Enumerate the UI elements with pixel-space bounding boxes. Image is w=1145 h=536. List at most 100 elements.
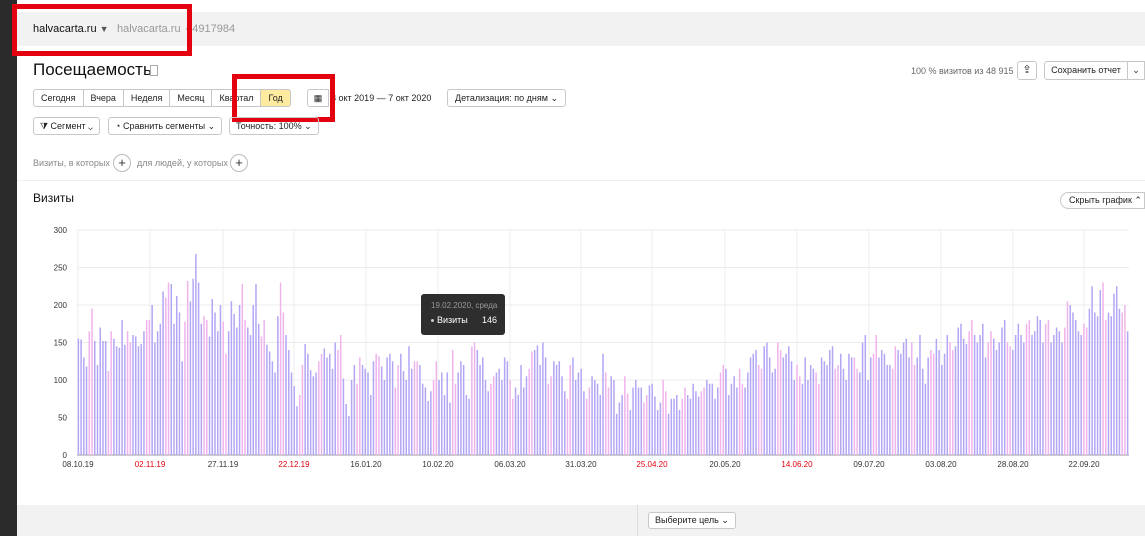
chart-bar	[1102, 282, 1104, 455]
chart-bar	[1028, 320, 1031, 455]
chart-bar	[85, 366, 88, 455]
chart-bar	[771, 372, 774, 455]
chart-bar	[1088, 308, 1091, 455]
chart-bar	[798, 376, 801, 455]
chart-bar	[241, 284, 244, 455]
chart-bar	[566, 398, 569, 455]
chart-bar	[749, 357, 752, 455]
chart-bar	[528, 368, 530, 455]
chart-bar	[741, 383, 744, 455]
chart-bar	[932, 353, 935, 455]
chart-bar	[378, 356, 380, 455]
chart-bar	[1110, 316, 1112, 455]
chart-bar	[405, 380, 408, 455]
goal-label: Выберите цель	[655, 515, 719, 525]
chart-bar	[222, 321, 224, 455]
chart-bar	[1077, 331, 1080, 455]
chart-bar	[468, 398, 470, 455]
x-tick-label: 10.02.20	[422, 460, 454, 469]
chart-bar	[995, 350, 998, 455]
x-tick-label: 28.08.20	[997, 460, 1029, 469]
chart-bar	[673, 398, 675, 455]
chart-bar	[913, 365, 916, 455]
chart-bar	[134, 336, 137, 455]
chart-bar	[104, 341, 107, 455]
chart-bar	[1061, 342, 1063, 455]
chart-bar	[233, 314, 235, 455]
chart-bar	[296, 406, 298, 455]
chart-bar	[533, 350, 536, 455]
chart-bar	[908, 357, 910, 455]
chart-bar	[102, 341, 104, 455]
chart-bar	[807, 380, 809, 455]
y-tick-label: 300	[54, 226, 68, 235]
chart-bar	[558, 361, 561, 455]
chart-bar	[1058, 331, 1061, 455]
chart-bar	[1012, 350, 1014, 455]
chart-bar	[410, 368, 413, 455]
chart-bar	[637, 387, 640, 455]
chart-bar	[170, 284, 173, 455]
chart-bar	[588, 387, 591, 455]
chart-bar	[971, 320, 973, 455]
chart-bar	[83, 357, 85, 455]
chart-bar	[544, 357, 547, 455]
goal-dropdown[interactable]: Выберите цель ⌄	[648, 512, 736, 529]
chart-bar	[372, 361, 375, 455]
chart-bar	[943, 353, 946, 455]
chart-bar	[389, 353, 391, 455]
y-tick-label: 0	[63, 451, 68, 460]
chart-bar	[916, 357, 918, 455]
chart-bar	[413, 361, 416, 455]
chart-bar	[337, 350, 339, 455]
chart-bar	[268, 351, 271, 455]
chart-bar	[984, 357, 987, 455]
chart-bar	[602, 353, 604, 455]
chart-bar	[476, 350, 479, 455]
chart-bar	[626, 393, 629, 455]
chart-bar	[356, 383, 358, 455]
chart-bar	[380, 366, 383, 455]
chart-bar	[266, 344, 268, 455]
chart-bar	[200, 323, 203, 455]
chart-bar	[421, 383, 424, 455]
chart-bar	[774, 368, 776, 455]
chart-bar	[930, 350, 932, 455]
chart-bar	[345, 404, 347, 455]
chart-bar	[471, 346, 473, 455]
y-tick-label: 250	[54, 264, 68, 273]
chart-bar	[424, 387, 427, 455]
chart-bar	[140, 344, 142, 455]
chart-bar	[952, 350, 954, 455]
chart-bar	[230, 301, 233, 455]
chart-bar	[165, 297, 167, 455]
chart-bar	[460, 361, 462, 455]
chart-bar	[886, 365, 888, 455]
chart-bar	[1006, 342, 1009, 455]
chart-bar	[648, 385, 651, 455]
chart-bar	[506, 361, 509, 455]
chart-bar	[364, 368, 367, 455]
chart-bar	[342, 378, 345, 455]
chart-bar	[785, 353, 787, 455]
chart-bar	[397, 365, 399, 455]
chart-bar	[247, 327, 249, 455]
chart-bar	[154, 342, 156, 455]
chart-bar	[290, 372, 293, 455]
chart-bar	[924, 383, 927, 455]
chart-bar	[853, 357, 856, 455]
chart-bar	[563, 391, 566, 455]
chart-bar	[730, 383, 733, 455]
y-tick-label: 50	[58, 414, 67, 423]
chart-bar	[446, 372, 449, 455]
x-tick-label: 25.04.20	[636, 460, 668, 469]
chevron-down-icon: ⌄	[721, 515, 729, 525]
chart-bar	[738, 368, 741, 455]
y-tick-label: 200	[54, 301, 68, 310]
bottom-bar	[17, 505, 1145, 536]
chart-bar	[804, 357, 806, 455]
chart-bar	[692, 383, 694, 455]
chart-bar	[665, 391, 667, 455]
chart-bar	[577, 372, 580, 455]
chart-bar	[419, 365, 421, 455]
